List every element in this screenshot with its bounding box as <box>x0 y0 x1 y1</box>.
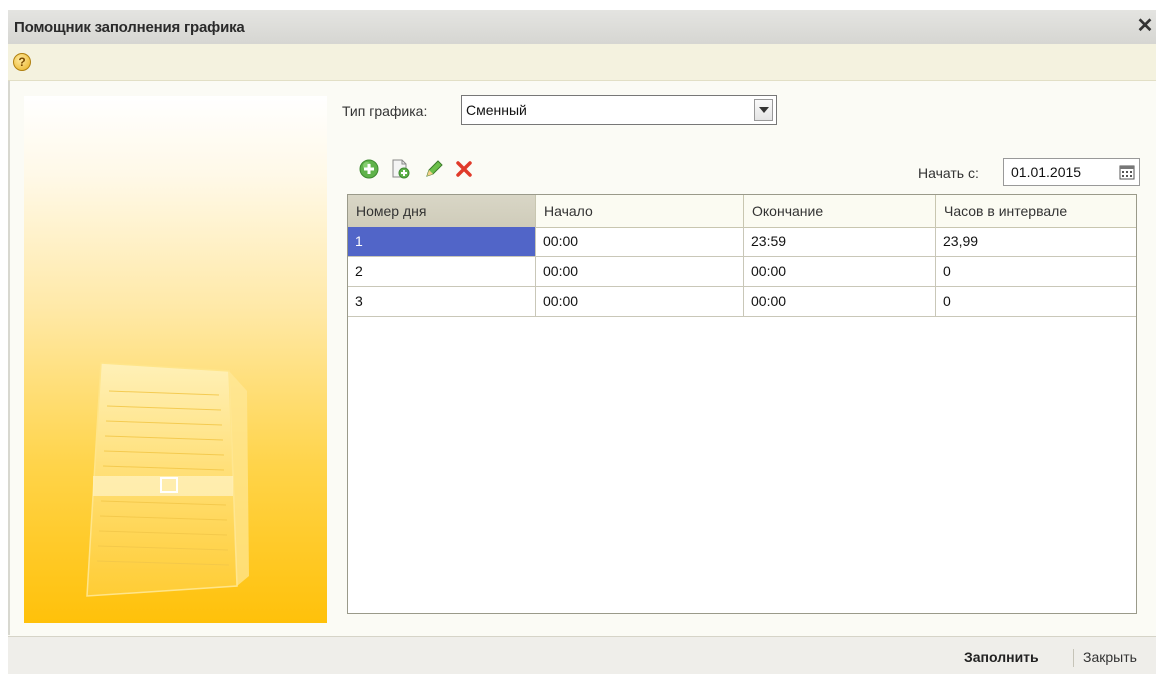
column-header-hours[interactable]: Часов в интервале <box>936 195 1136 227</box>
table-cell[interactable]: 00:00 <box>744 257 936 286</box>
chevron-down-icon <box>759 107 769 113</box>
help-toolbar: ? <box>8 44 1156 81</box>
column-header-day[interactable]: Номер дня <box>348 195 536 227</box>
column-header-start[interactable]: Начало <box>536 195 744 227</box>
table-cell[interactable]: 3 <box>348 287 536 316</box>
assistant-window: Помощник заполнения графика ✕ ? Тип граф… <box>8 10 1156 674</box>
table-cell[interactable]: 00:00 <box>536 287 744 316</box>
calendar-illustration <box>24 96 327 623</box>
button-divider <box>1073 649 1074 667</box>
schedule-table[interactable]: Номер дня Начало Окончание Часов в интер… <box>347 194 1137 614</box>
start-date-label: Начать с: <box>918 165 979 181</box>
schedule-type-label: Тип графика: <box>342 103 428 119</box>
start-date-value: 01.01.2015 <box>1011 164 1082 180</box>
table-cell[interactable]: 00:00 <box>536 227 744 256</box>
table-cell[interactable]: 0 <box>936 257 1136 286</box>
left-border <box>8 81 10 635</box>
table-cell[interactable]: 1 <box>348 227 536 256</box>
bottom-button-bar: Заполнить Закрыть <box>8 636 1156 674</box>
table-cell[interactable]: 0 <box>936 287 1136 316</box>
schedule-type-value: Сменный <box>466 102 527 118</box>
start-date-input[interactable]: 01.01.2015 <box>1003 158 1140 186</box>
table-row[interactable]: 2 00:00 00:00 0 <box>348 257 1136 287</box>
fill-button[interactable]: Заполнить <box>964 649 1039 665</box>
table-cell[interactable]: 23:59 <box>744 227 936 256</box>
copy-icon[interactable] <box>389 158 411 180</box>
desk-calendar-image <box>86 362 249 597</box>
close-button[interactable]: Закрыть <box>1083 649 1137 665</box>
table-row[interactable]: 1 00:00 23:59 23,99 <box>348 227 1136 257</box>
delete-icon[interactable] <box>453 158 475 180</box>
table-cell[interactable]: 00:00 <box>536 257 744 286</box>
window-title: Помощник заполнения графика <box>14 19 245 36</box>
table-cell[interactable]: 2 <box>348 257 536 286</box>
table-row[interactable]: 3 00:00 00:00 0 <box>348 287 1136 317</box>
help-icon[interactable]: ? <box>13 53 31 71</box>
column-header-end[interactable]: Окончание <box>744 195 936 227</box>
calendar-icon[interactable] <box>1119 164 1135 180</box>
schedule-type-select[interactable]: Сменный <box>461 95 777 125</box>
table-cell[interactable]: 23,99 <box>936 227 1136 256</box>
title-bar: Помощник заполнения графика ✕ <box>8 10 1156 44</box>
table-cell[interactable]: 00:00 <box>744 287 936 316</box>
edit-icon[interactable] <box>423 158 445 180</box>
table-header: Номер дня Начало Окончание Часов в интер… <box>348 195 1136 228</box>
close-icon[interactable]: ✕ <box>1134 14 1156 38</box>
add-icon[interactable] <box>358 158 380 180</box>
dropdown-button[interactable] <box>754 99 773 121</box>
